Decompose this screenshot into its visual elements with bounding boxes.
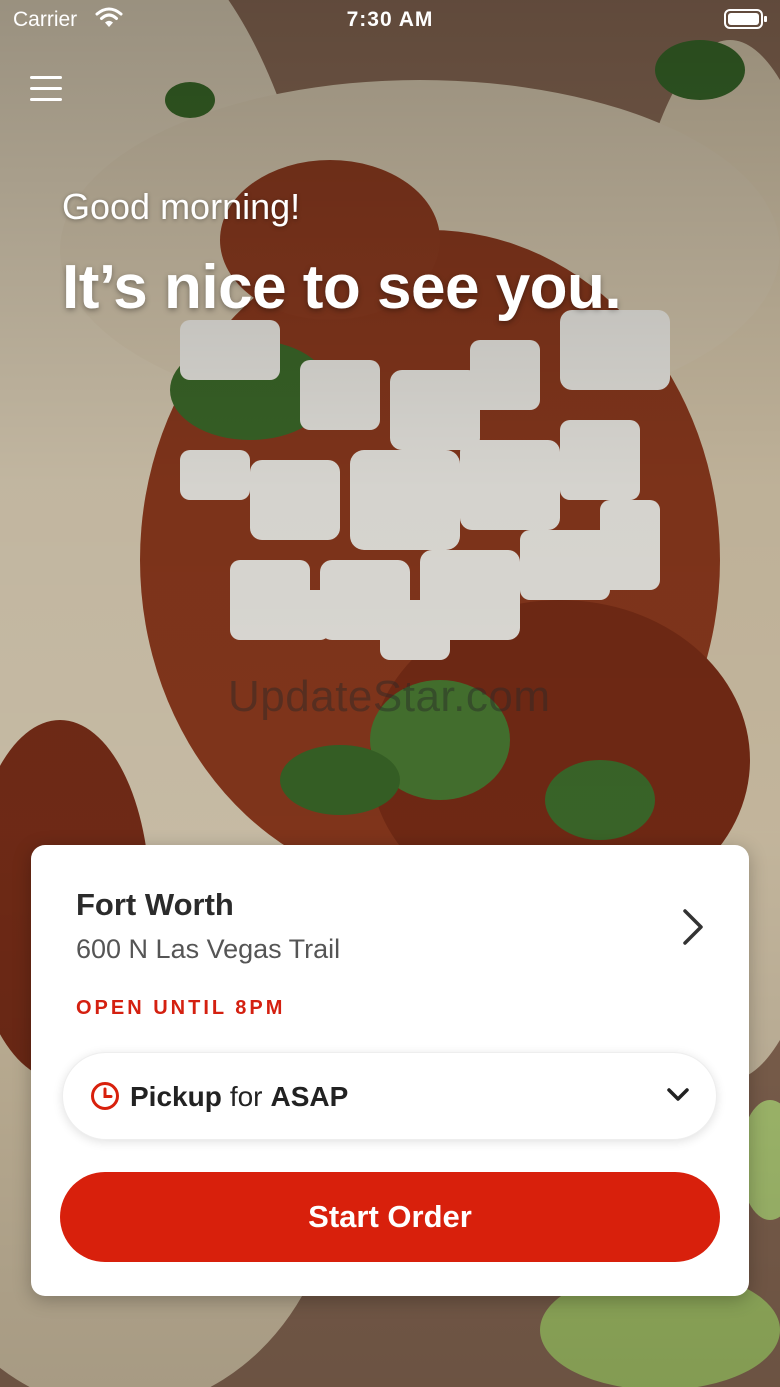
greeting-text: Good morning!: [62, 186, 301, 227]
app-screen: Carrier 7:30 AM Good morning! It’s nice …: [0, 0, 780, 1387]
chevron-down-icon: [667, 1088, 689, 1101]
hamburger-menu-icon[interactable]: [30, 74, 62, 104]
status-bar: Carrier 7:30 AM: [0, 0, 780, 40]
store-name[interactable]: Fort Worth: [76, 887, 234, 923]
page-title: It’s nice to see you.: [62, 253, 622, 322]
pickup-mode: Pickup: [130, 1081, 222, 1112]
pickup-time: ASAP: [270, 1081, 349, 1112]
watermark: UpdateStar.com: [228, 672, 551, 721]
battery-icon: [724, 9, 767, 29]
location-card: Fort Worth 600 N Las Vegas Trail OPEN UN…: [31, 845, 749, 1296]
start-order-button[interactable]: Start Order: [60, 1172, 720, 1262]
pickup-connector: for: [229, 1081, 263, 1112]
chevron-right-icon[interactable]: [679, 907, 707, 947]
status-time: 7:30 AM: [346, 8, 434, 31]
pickup-time-dropdown[interactable]: Pickup for ASAP: [62, 1052, 717, 1140]
clock-icon: [91, 1082, 119, 1110]
pickup-selection-text: Pickup for ASAP: [130, 1081, 348, 1113]
store-address[interactable]: 600 N Las Vegas Trail: [76, 934, 340, 965]
open-status-label: OPEN UNTIL 8PM: [76, 997, 286, 1019]
